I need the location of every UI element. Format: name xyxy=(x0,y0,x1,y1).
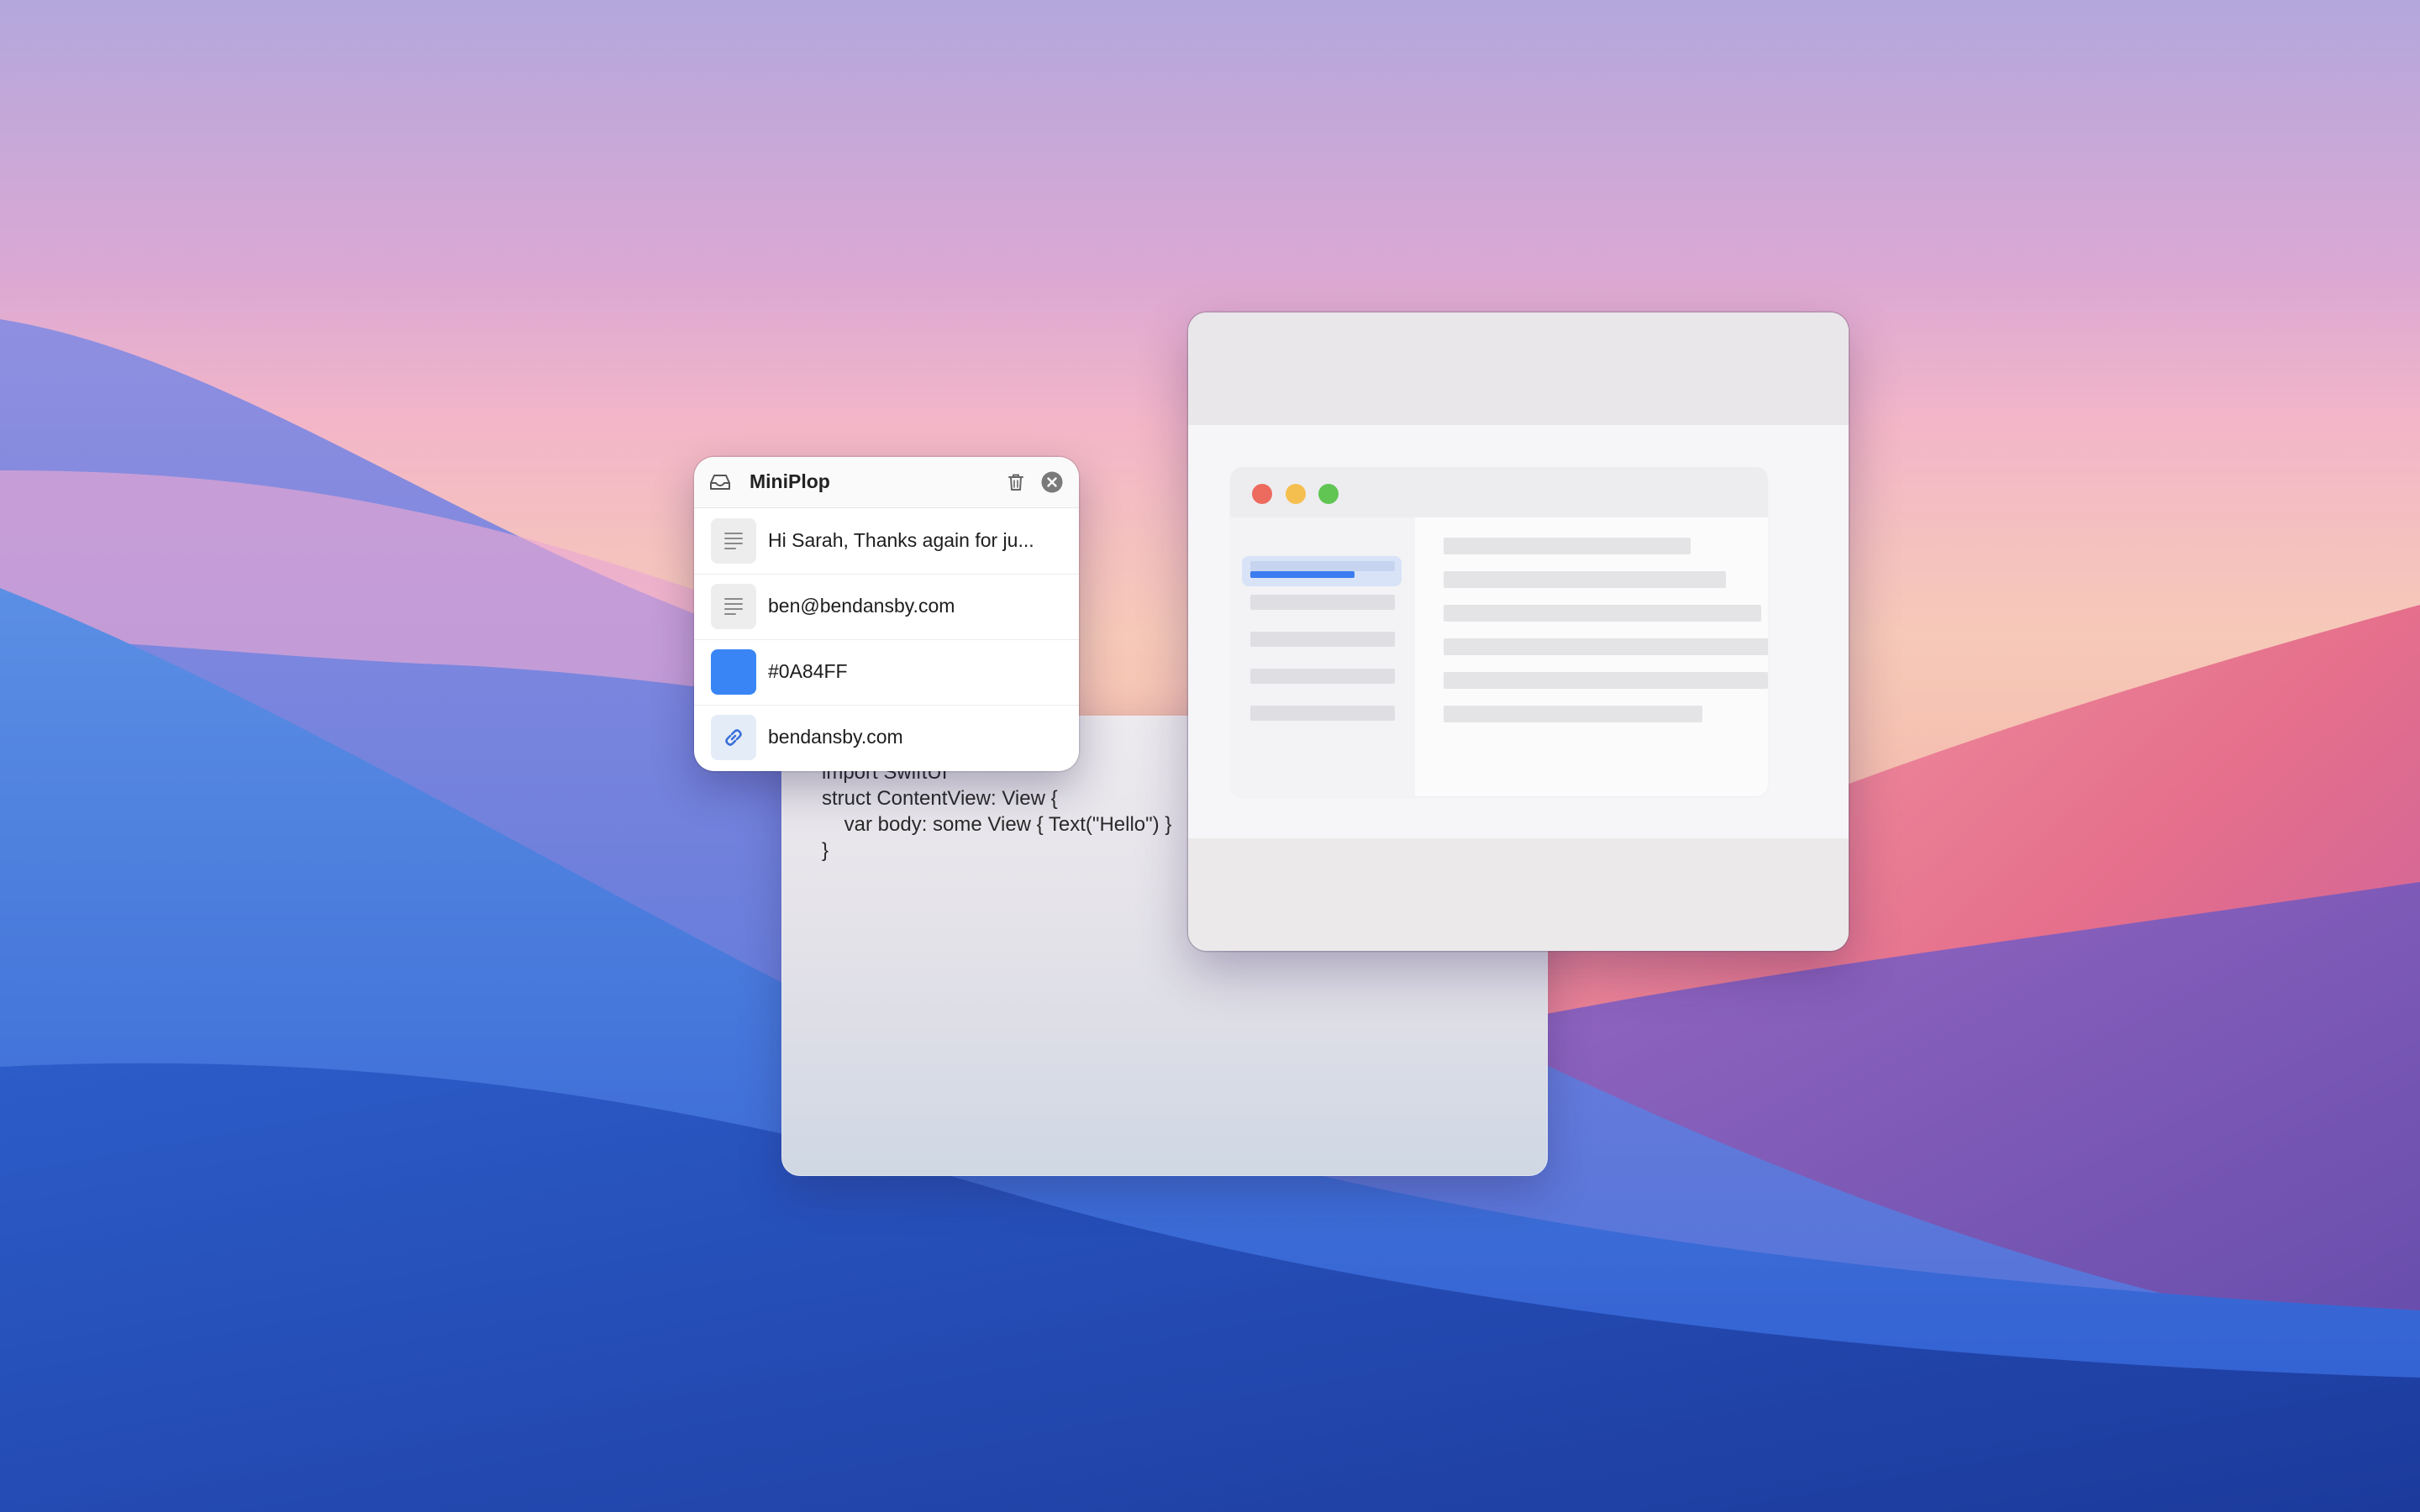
clipboard-item-label: ben@bendansby.com xyxy=(768,595,955,617)
mock-content-placeholder xyxy=(1444,672,1768,689)
code-line: var body: some View { Text("Hello") } xyxy=(822,813,1172,836)
close-traffic-light[interactable] xyxy=(1252,484,1272,504)
color-swatch xyxy=(711,649,756,695)
mock-sidebar xyxy=(1230,517,1415,796)
mock-content-placeholder xyxy=(1444,571,1726,588)
mock-sidebar-placeholder xyxy=(1250,669,1395,684)
mock-content-placeholder xyxy=(1444,605,1761,622)
clipboard-item-label: bendansby.com xyxy=(768,726,903,748)
mock-content-placeholder xyxy=(1444,638,1768,655)
zoom-traffic-light[interactable] xyxy=(1318,484,1339,504)
mock-sidebar-placeholder xyxy=(1250,595,1395,610)
mock-sidebar-placeholder xyxy=(1250,632,1395,647)
clipboard-item[interactable]: ben@bendansby.com xyxy=(694,574,1079,640)
code-line: struct ContentView: View { xyxy=(822,787,1058,810)
preview-top-band xyxy=(1188,312,1849,425)
mock-content-placeholder xyxy=(1444,706,1702,722)
preview-window[interactable] xyxy=(1188,312,1849,951)
mock-sidebar-accent-bar xyxy=(1250,571,1355,578)
code-line: } xyxy=(822,839,829,862)
code-snippet: import SwiftUI struct ContentView: View {… xyxy=(822,759,1171,864)
mock-content-placeholder xyxy=(1444,538,1691,554)
tray-icon xyxy=(710,475,730,490)
miniplop-title: MiniPlop xyxy=(750,470,830,492)
mock-sidebar-placeholder xyxy=(1250,706,1395,721)
mock-app-window xyxy=(1230,467,1768,796)
miniplop-header: MiniPlop xyxy=(694,457,1079,508)
miniplop-panel: MiniPlop Hi Sarah, Thanks again for ju..… xyxy=(694,457,1079,771)
clipboard-item[interactable]: #0A84FF xyxy=(694,639,1079,706)
trash-icon[interactable] xyxy=(1005,471,1027,493)
text-lines-icon xyxy=(711,584,756,629)
clipboard-item-label: Hi Sarah, Thanks again for ju... xyxy=(768,529,1034,551)
clipboard-item-label: #0A84FF xyxy=(768,660,848,682)
mock-sidebar-placeholder xyxy=(1250,561,1395,571)
clipboard-item[interactable]: bendansby.com xyxy=(694,705,1079,770)
link-icon xyxy=(711,715,756,760)
preview-bottom-band xyxy=(1188,838,1849,951)
close-icon[interactable] xyxy=(1040,470,1064,494)
minimize-traffic-light[interactable] xyxy=(1286,484,1306,504)
text-lines-icon xyxy=(711,518,756,564)
mock-titlebar xyxy=(1230,467,1768,517)
clipboard-item[interactable]: Hi Sarah, Thanks again for ju... xyxy=(694,508,1079,575)
